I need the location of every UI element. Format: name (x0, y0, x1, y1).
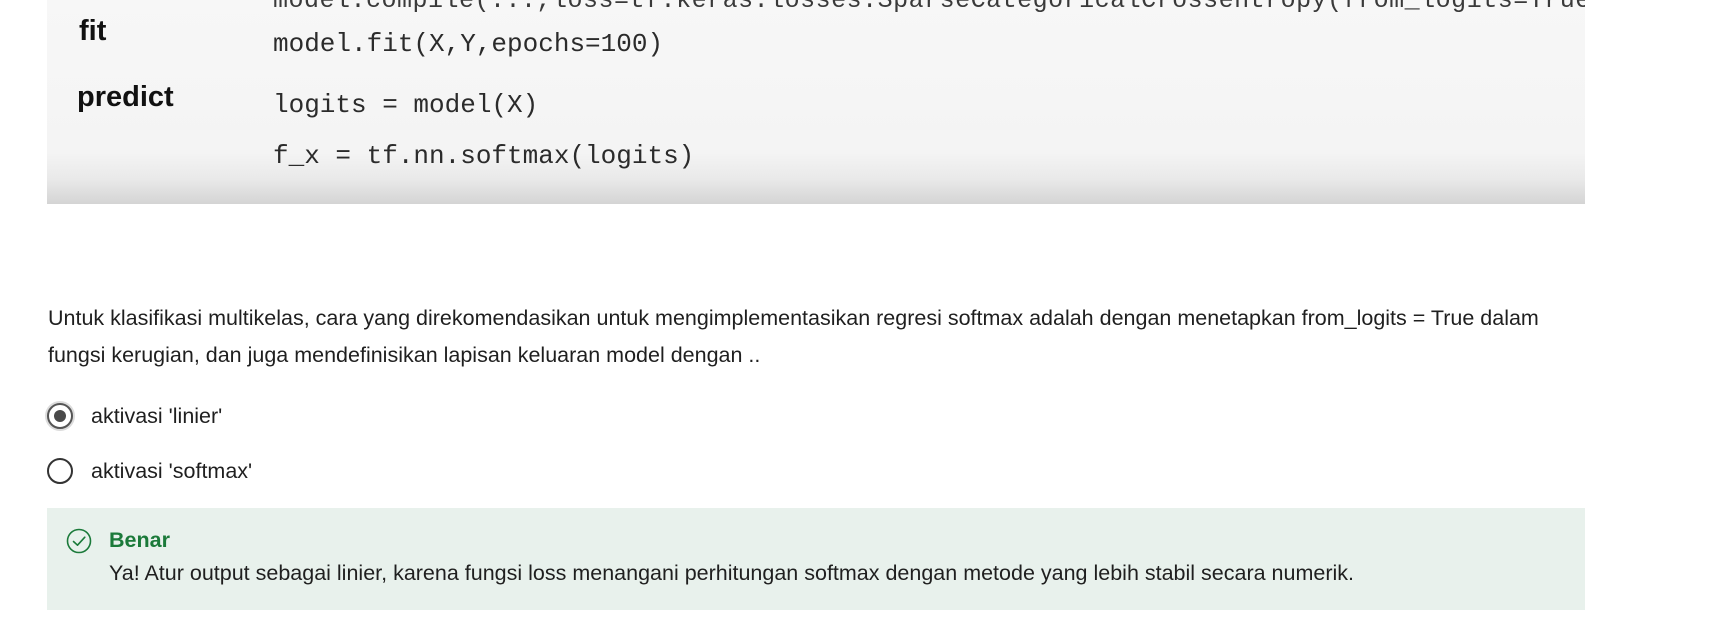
code-line-cut: model.compile(...,loss=tf.keras.losses.S… (273, 0, 1585, 15)
radio-unselected-icon[interactable] (47, 458, 73, 484)
question-text: Untuk klasifikasi multikelas, cara yang … (48, 306, 1539, 367)
feedback-panel: Benar Ya! Atur output sebagai linier, ka… (47, 508, 1585, 610)
code-line: model.fit(X,Y,epochs=100) (273, 29, 664, 59)
check-circle-icon (66, 528, 92, 554)
option-label: aktivasi 'linier' (91, 403, 223, 428)
code-line: f_x = tf.nn.softmax(logits) (273, 141, 695, 171)
code-row-label-predict: predict (77, 81, 174, 113)
option-linier[interactable]: aktivasi 'linier' (47, 403, 222, 429)
option-softmax[interactable]: aktivasi 'softmax' (47, 458, 252, 484)
code-row-label-fit: fit (79, 15, 107, 47)
code-line: logits = model(X) (273, 90, 539, 120)
code-image: model.compile(...,loss=tf.keras.losses.S… (47, 0, 1585, 204)
option-label: aktivasi 'softmax' (91, 458, 253, 483)
feedback-title: Benar (109, 528, 170, 552)
radio-selected-icon[interactable] (47, 403, 73, 429)
quiz-page: model.compile(...,loss=tf.keras.losses.S… (0, 0, 1719, 625)
feedback-message: Ya! Atur output sebagai linier, karena f… (109, 561, 1354, 585)
